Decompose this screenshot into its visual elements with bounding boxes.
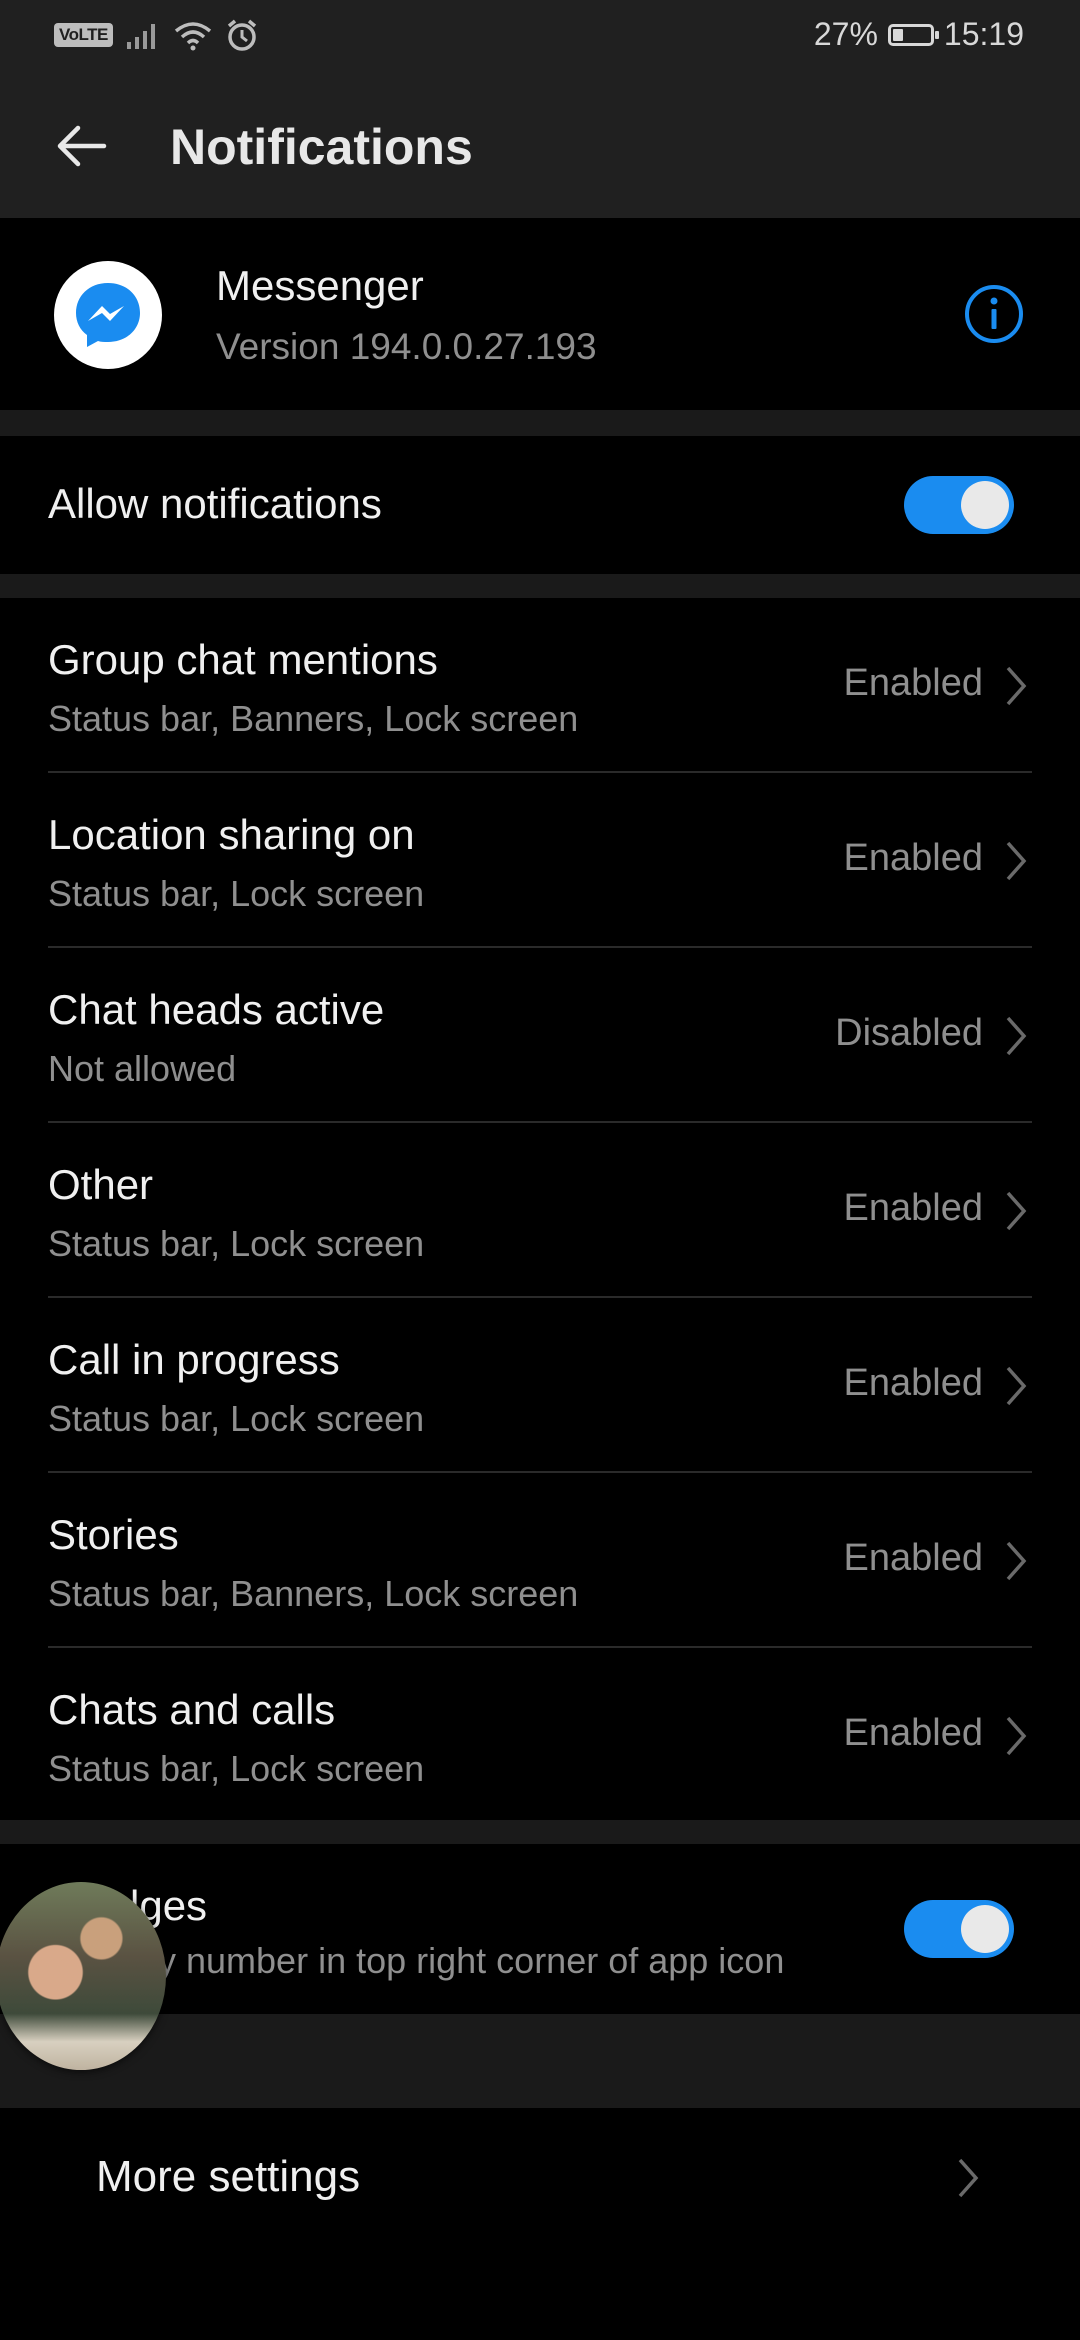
badges-toggle[interactable] bbox=[904, 1900, 1014, 1958]
list-item[interactable]: Other Status bar, Lock screen Enabled bbox=[0, 1123, 1080, 1298]
category-title: Group chat mentions bbox=[48, 636, 438, 683]
list-item[interactable]: Chat heads active Not allowed Disabled bbox=[0, 948, 1080, 1123]
page-title: Notifications bbox=[170, 119, 473, 175]
volte-icon: VoLTE bbox=[54, 23, 113, 47]
section-gap bbox=[0, 410, 1080, 436]
category-status: Enabled bbox=[843, 1712, 983, 1754]
category-status: Enabled bbox=[843, 1362, 983, 1404]
status-right: 27% 15:19 bbox=[814, 16, 1024, 53]
app-version: Version 194.0.0.27.193 bbox=[216, 326, 597, 367]
list-item[interactable]: Call in progress Status bar, Lock screen… bbox=[0, 1298, 1080, 1473]
info-icon[interactable] bbox=[962, 282, 1026, 346]
category-title: Chats and calls bbox=[48, 1686, 336, 1733]
category-subtitle: Status bar, Banners, Lock screen bbox=[48, 698, 579, 739]
chevron-right-icon bbox=[1006, 1541, 1027, 1581]
category-subtitle: Status bar, Lock screen bbox=[48, 1398, 425, 1439]
status-left: VoLTE bbox=[54, 18, 259, 52]
list-item[interactable]: Group chat mentions Status bar, Banners,… bbox=[0, 598, 1080, 773]
chevron-right-icon bbox=[1006, 841, 1027, 881]
category-status: Disabled bbox=[835, 1012, 983, 1054]
toggle-knob bbox=[961, 481, 1009, 529]
allow-notifications-row[interactable]: Allow notifications bbox=[0, 436, 1080, 574]
category-status: Enabled bbox=[843, 1537, 983, 1579]
allow-notifications-toggle[interactable] bbox=[904, 476, 1014, 534]
status-bar: VoLTE 27% 15:19 bbox=[0, 0, 1080, 72]
category-title: Other bbox=[48, 1161, 154, 1208]
category-title: Location sharing on bbox=[48, 811, 415, 858]
messenger-icon bbox=[54, 261, 162, 369]
category-title: Call in progress bbox=[48, 1336, 340, 1383]
chevron-right-icon bbox=[1006, 1716, 1027, 1756]
app-bar: Notifications bbox=[0, 72, 1080, 218]
category-title: Chat heads active bbox=[48, 986, 385, 1033]
chevron-right-icon bbox=[1006, 1016, 1027, 1056]
chevron-right-icon bbox=[1006, 1191, 1027, 1231]
messenger-bubble-icon bbox=[76, 283, 140, 347]
toggle-knob bbox=[961, 1905, 1009, 1953]
section-gap bbox=[0, 574, 1080, 598]
alarm-icon bbox=[227, 19, 256, 51]
chevron-right-icon bbox=[1006, 1366, 1027, 1406]
clock: 15:19 bbox=[943, 16, 1024, 52]
app-name: Messenger bbox=[216, 262, 424, 309]
allow-notifications-label: Allow notifications bbox=[48, 480, 382, 527]
more-settings-row[interactable]: More settings bbox=[0, 2108, 1080, 2250]
more-settings-label: More settings bbox=[96, 2152, 361, 2201]
signal-icon bbox=[126, 24, 155, 49]
chat-head-avatar[interactable] bbox=[0, 1882, 166, 2070]
chevron-right-icon bbox=[958, 2158, 979, 2198]
wifi-icon bbox=[174, 22, 211, 51]
category-title: Stories bbox=[48, 1511, 179, 1558]
list-item[interactable]: Chats and calls Status bar, Lock screen … bbox=[0, 1648, 1080, 1823]
chevron-right-icon bbox=[1006, 666, 1027, 706]
category-subtitle: Status bar, Banners, Lock screen bbox=[48, 1573, 579, 1614]
list-item[interactable]: Location sharing on Status bar, Lock scr… bbox=[0, 773, 1080, 948]
category-list: Group chat mentions Status bar, Banners,… bbox=[0, 598, 1080, 1820]
category-subtitle: Status bar, Lock screen bbox=[48, 873, 425, 914]
category-status: Enabled bbox=[843, 837, 983, 879]
list-item[interactable]: Stories Status bar, Banners, Lock screen… bbox=[0, 1473, 1080, 1648]
app-header: Messenger Version 194.0.0.27.193 bbox=[0, 218, 1080, 410]
category-status: Enabled bbox=[843, 1187, 983, 1229]
battery-percent: 27% bbox=[813, 16, 878, 52]
category-subtitle: Status bar, Lock screen bbox=[48, 1748, 425, 1789]
section-gap bbox=[0, 2014, 1080, 2108]
battery-icon bbox=[887, 23, 939, 46]
battery-fill bbox=[892, 28, 903, 41]
category-status: Enabled bbox=[843, 662, 983, 704]
back-arrow-icon[interactable] bbox=[52, 116, 112, 176]
category-subtitle: Status bar, Lock screen bbox=[48, 1223, 425, 1264]
badges-description: y number in top right corner of app icon bbox=[158, 1940, 785, 1981]
category-subtitle: Not allowed bbox=[48, 1048, 237, 1089]
section-gap bbox=[0, 1820, 1080, 1844]
